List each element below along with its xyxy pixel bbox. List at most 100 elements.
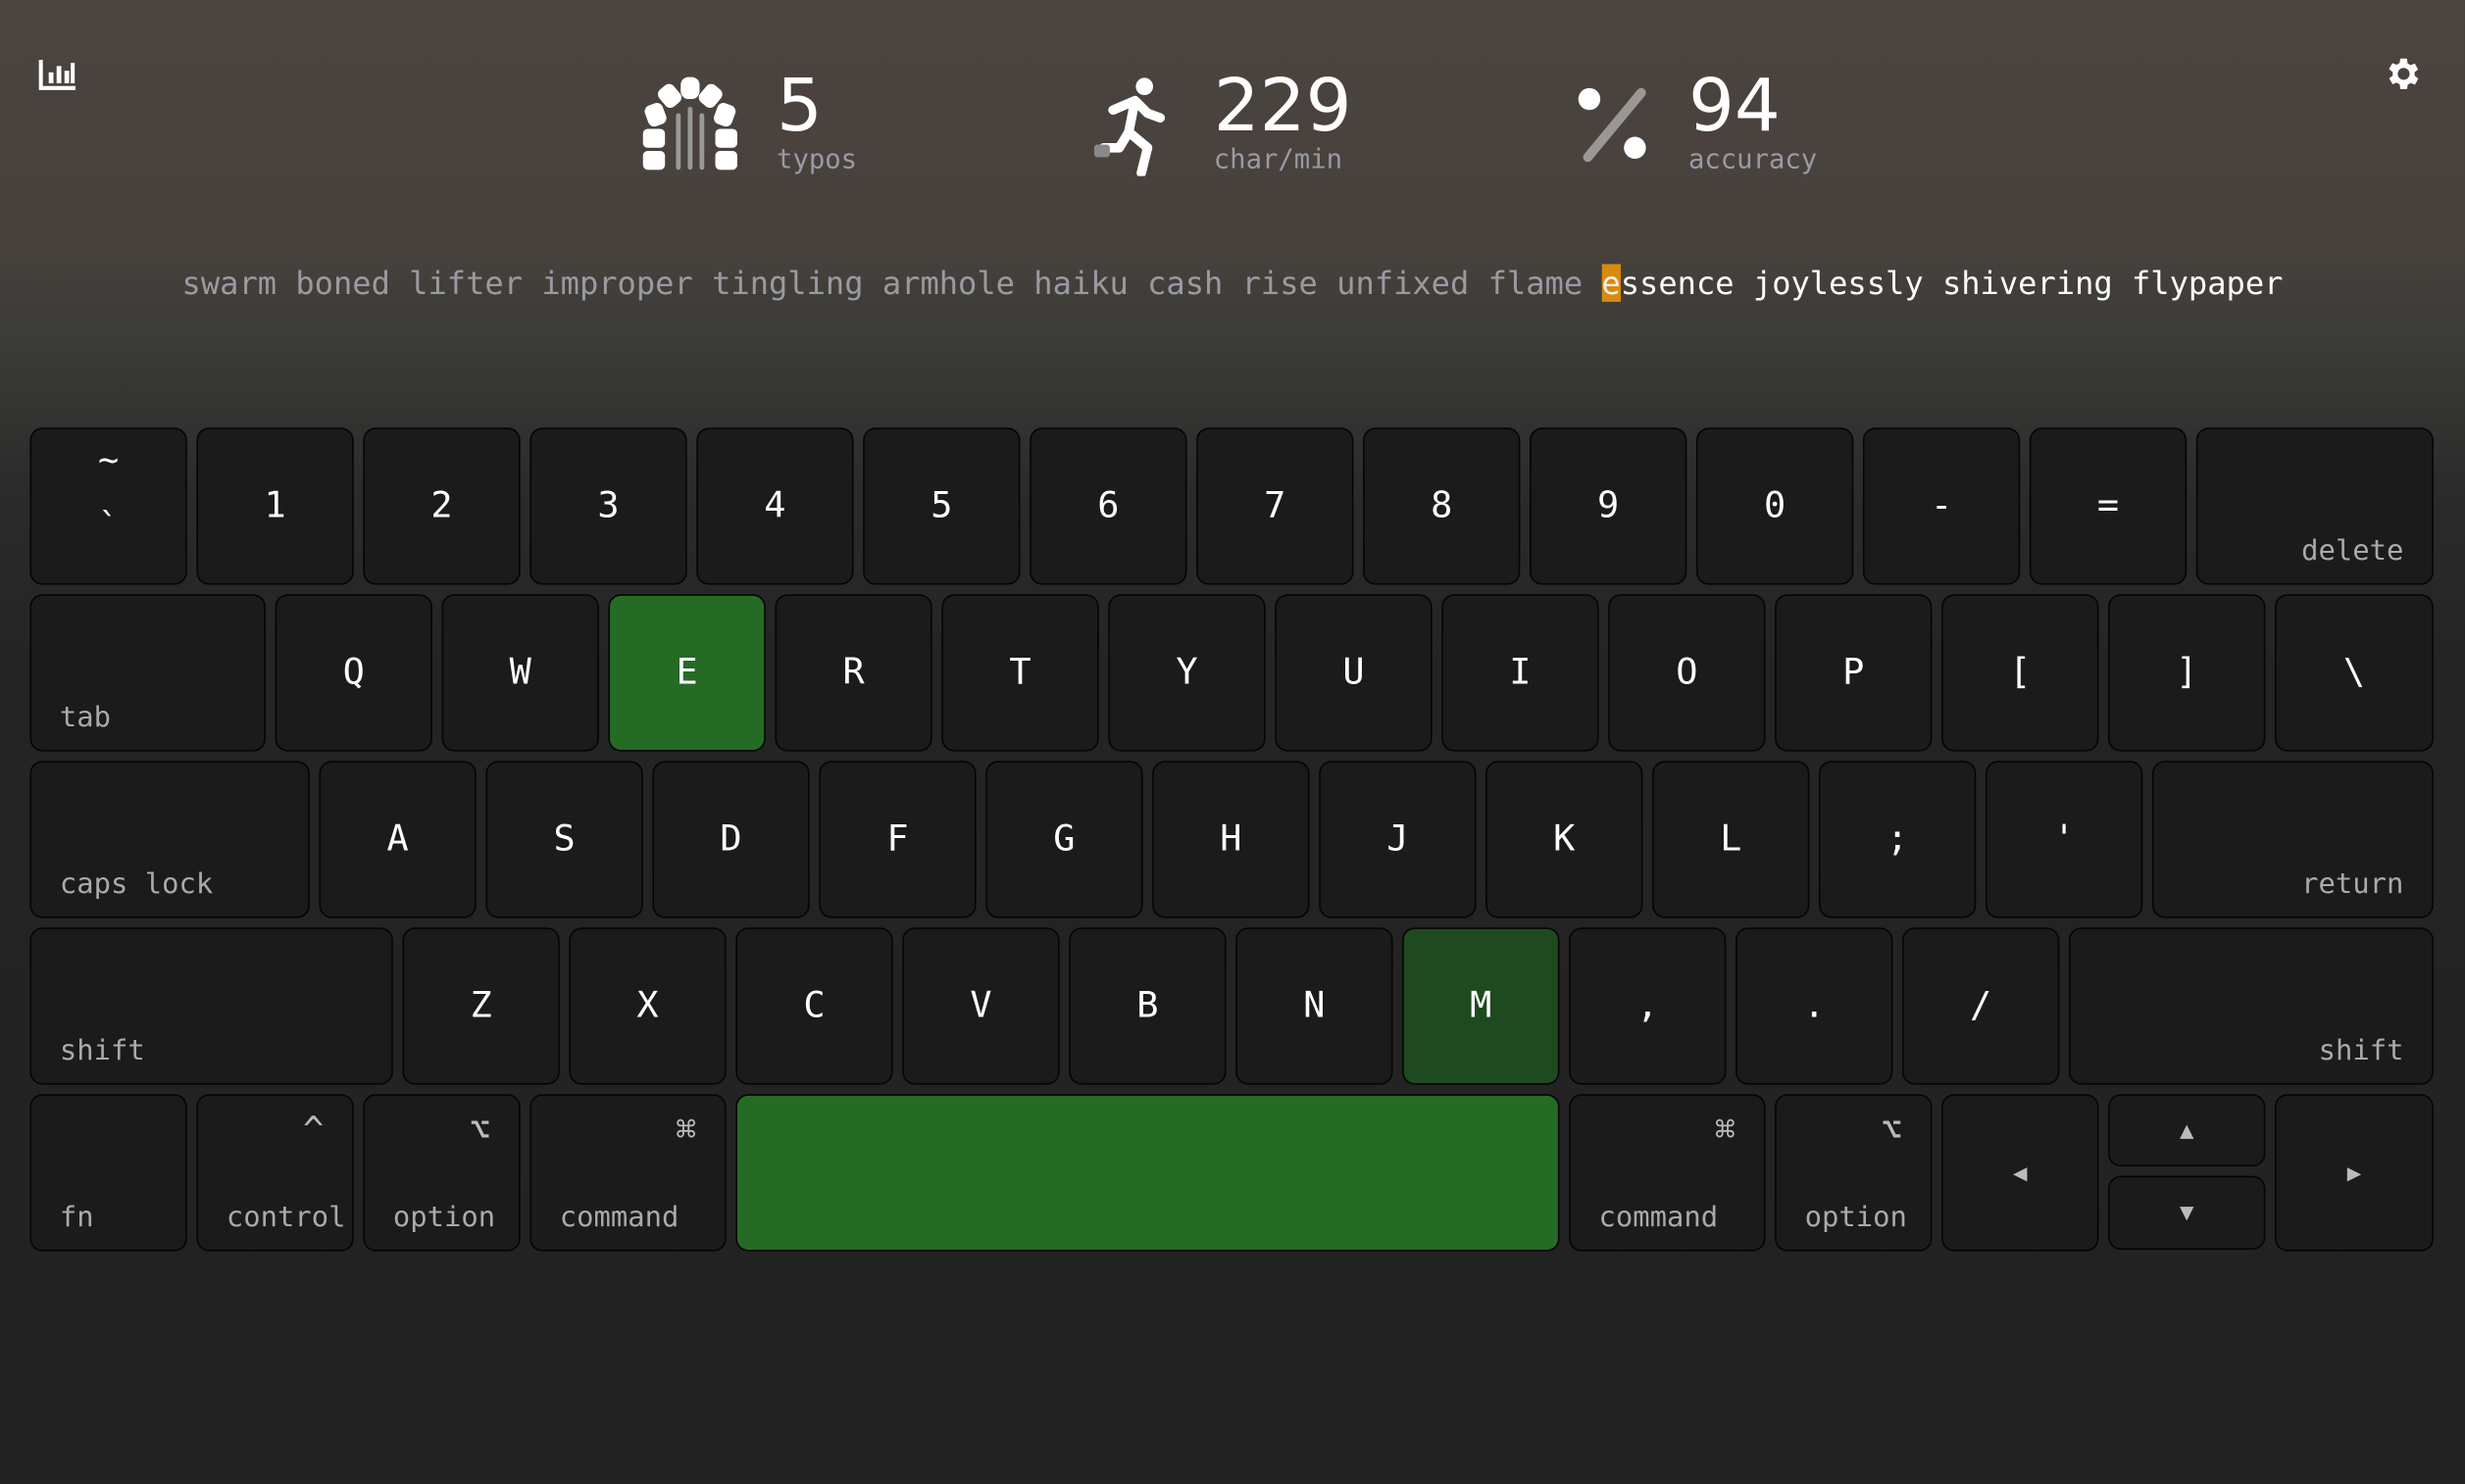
key-label: ' <box>2053 818 2076 861</box>
key-3[interactable]: 3 <box>529 427 687 585</box>
modifier-symbol-icon: ^ <box>303 1111 325 1151</box>
key-/[interactable]: / <box>1901 927 2060 1085</box>
key-label: N <box>1303 985 1326 1027</box>
key-5[interactable]: 5 <box>863 427 1021 585</box>
key-2[interactable]: 2 <box>363 427 521 585</box>
key-o[interactable]: O <box>1608 594 1766 752</box>
bar-chart-icon <box>38 59 75 90</box>
key-d[interactable]: D <box>652 761 810 918</box>
key-0[interactable]: 0 <box>1695 427 1854 585</box>
key-z[interactable]: Z <box>402 927 560 1085</box>
speed-value: 229 <box>1213 63 1352 148</box>
key-label: command <box>559 1201 679 1234</box>
key-label: . <box>1803 985 1826 1027</box>
key-return[interactable]: return <box>2151 761 2434 918</box>
key-arrow-up[interactable]: ▲ <box>2108 1094 2266 1167</box>
gear-icon <box>2389 58 2419 90</box>
key-q[interactable]: Q <box>275 594 432 752</box>
key-\[interactable]: \ <box>2274 594 2434 752</box>
key-option[interactable]: option ⌥ <box>1775 1094 1933 1252</box>
key-command[interactable]: command ⌘ <box>1569 1094 1766 1252</box>
stat-speed: 229 char/min <box>1093 63 1378 188</box>
key-f[interactable]: F <box>819 761 977 918</box>
key-arrow-down[interactable]: ▼ <box>2108 1175 2266 1251</box>
key-4[interactable]: 4 <box>696 427 854 585</box>
word-prompt: swarm boned lifter improper tingling arm… <box>0 264 2465 302</box>
key-e[interactable]: E <box>608 594 766 752</box>
key-r[interactable]: R <box>775 594 932 752</box>
key-g[interactable]: G <box>985 761 1143 918</box>
key-s[interactable]: S <box>485 761 643 918</box>
key-1[interactable]: 1 <box>196 427 354 585</box>
key-label: ▶ <box>2346 1159 2362 1187</box>
key-label: 9 <box>1597 485 1620 527</box>
key-arrow-right[interactable]: ▶ <box>2274 1094 2434 1252</box>
key-label: G <box>1053 818 1076 861</box>
key-label: A <box>386 818 409 861</box>
key-i[interactable]: I <box>1441 594 1599 752</box>
key-k[interactable]: K <box>1485 761 1643 918</box>
key-=[interactable]: = <box>2029 427 2188 585</box>
key-8[interactable]: 8 <box>1363 427 1521 585</box>
key-shift[interactable]: shift <box>29 927 393 1085</box>
key-~[interactable]: ~ ` <box>29 427 187 585</box>
key-'[interactable]: ' <box>1985 761 2143 918</box>
key-arrow-left[interactable]: ◀ <box>1941 1094 2099 1252</box>
key-label: / <box>1970 985 1992 1027</box>
key-label: I <box>1509 652 1532 694</box>
key-u[interactable]: U <box>1275 594 1433 752</box>
key-w[interactable]: W <box>441 594 599 752</box>
key-7[interactable]: 7 <box>1196 427 1354 585</box>
key-label: ` <box>98 508 120 548</box>
key-][interactable]: ] <box>2108 594 2266 752</box>
key-c[interactable]: C <box>735 927 893 1085</box>
key-9[interactable]: 9 <box>1530 427 1687 585</box>
key-label: 1 <box>264 485 286 527</box>
key--[interactable]: - <box>1862 427 2021 585</box>
percent-icon <box>1578 87 1646 163</box>
key-command[interactable]: command ⌘ <box>529 1094 727 1252</box>
key-label: 0 <box>1764 485 1786 527</box>
key-b[interactable]: B <box>1069 927 1227 1085</box>
key-delete[interactable]: delete <box>2195 427 2434 585</box>
stat-accuracy: 94 accuracy <box>1576 63 1859 188</box>
key-l[interactable]: L <box>1652 761 1810 918</box>
key-label: command <box>1598 1201 1719 1234</box>
key-p[interactable]: P <box>1775 594 1933 752</box>
stats-button[interactable] <box>37 57 78 98</box>
key-label: B <box>1136 985 1159 1027</box>
key-fn[interactable]: fn <box>29 1094 187 1252</box>
stat-typos: 5 typos <box>641 63 893 188</box>
key-n[interactable]: N <box>1235 927 1393 1085</box>
key-j[interactable]: J <box>1319 761 1477 918</box>
key-option[interactable]: option ⌥ <box>363 1094 521 1252</box>
key-[[interactable]: [ <box>1941 594 2099 752</box>
key-label: 5 <box>931 485 953 527</box>
key-shift[interactable]: shift <box>2068 927 2434 1085</box>
key-.[interactable]: . <box>1736 927 1893 1085</box>
key-label: \ <box>2342 652 2366 694</box>
settings-button[interactable] <box>2384 54 2425 101</box>
key-y[interactable]: Y <box>1108 594 1266 752</box>
key-control[interactable]: control ^ <box>196 1094 354 1252</box>
key-label: option <box>1804 1201 1907 1234</box>
key-6[interactable]: 6 <box>1030 427 1187 585</box>
key-;[interactable]: ; <box>1819 761 1977 918</box>
key-v[interactable]: V <box>902 927 1060 1085</box>
key-label: Q <box>342 652 365 694</box>
key-caps-lock[interactable]: caps lock <box>29 761 310 918</box>
key-m[interactable]: M <box>1402 927 1560 1085</box>
key-label: C <box>803 985 826 1027</box>
key-x[interactable]: X <box>569 927 727 1085</box>
key-space[interactable] <box>735 1094 1560 1252</box>
key-t[interactable]: T <box>941 594 1099 752</box>
key-label: 6 <box>1097 485 1120 527</box>
key-tab[interactable]: tab <box>29 594 266 752</box>
key-label: M <box>1470 985 1492 1027</box>
key-a[interactable]: A <box>319 761 477 918</box>
key-,[interactable]: , <box>1569 927 1727 1085</box>
key-label: , <box>1636 985 1659 1027</box>
arch-icon <box>642 76 737 171</box>
key-h[interactable]: H <box>1152 761 1310 918</box>
key-label: [ <box>2009 652 2032 694</box>
